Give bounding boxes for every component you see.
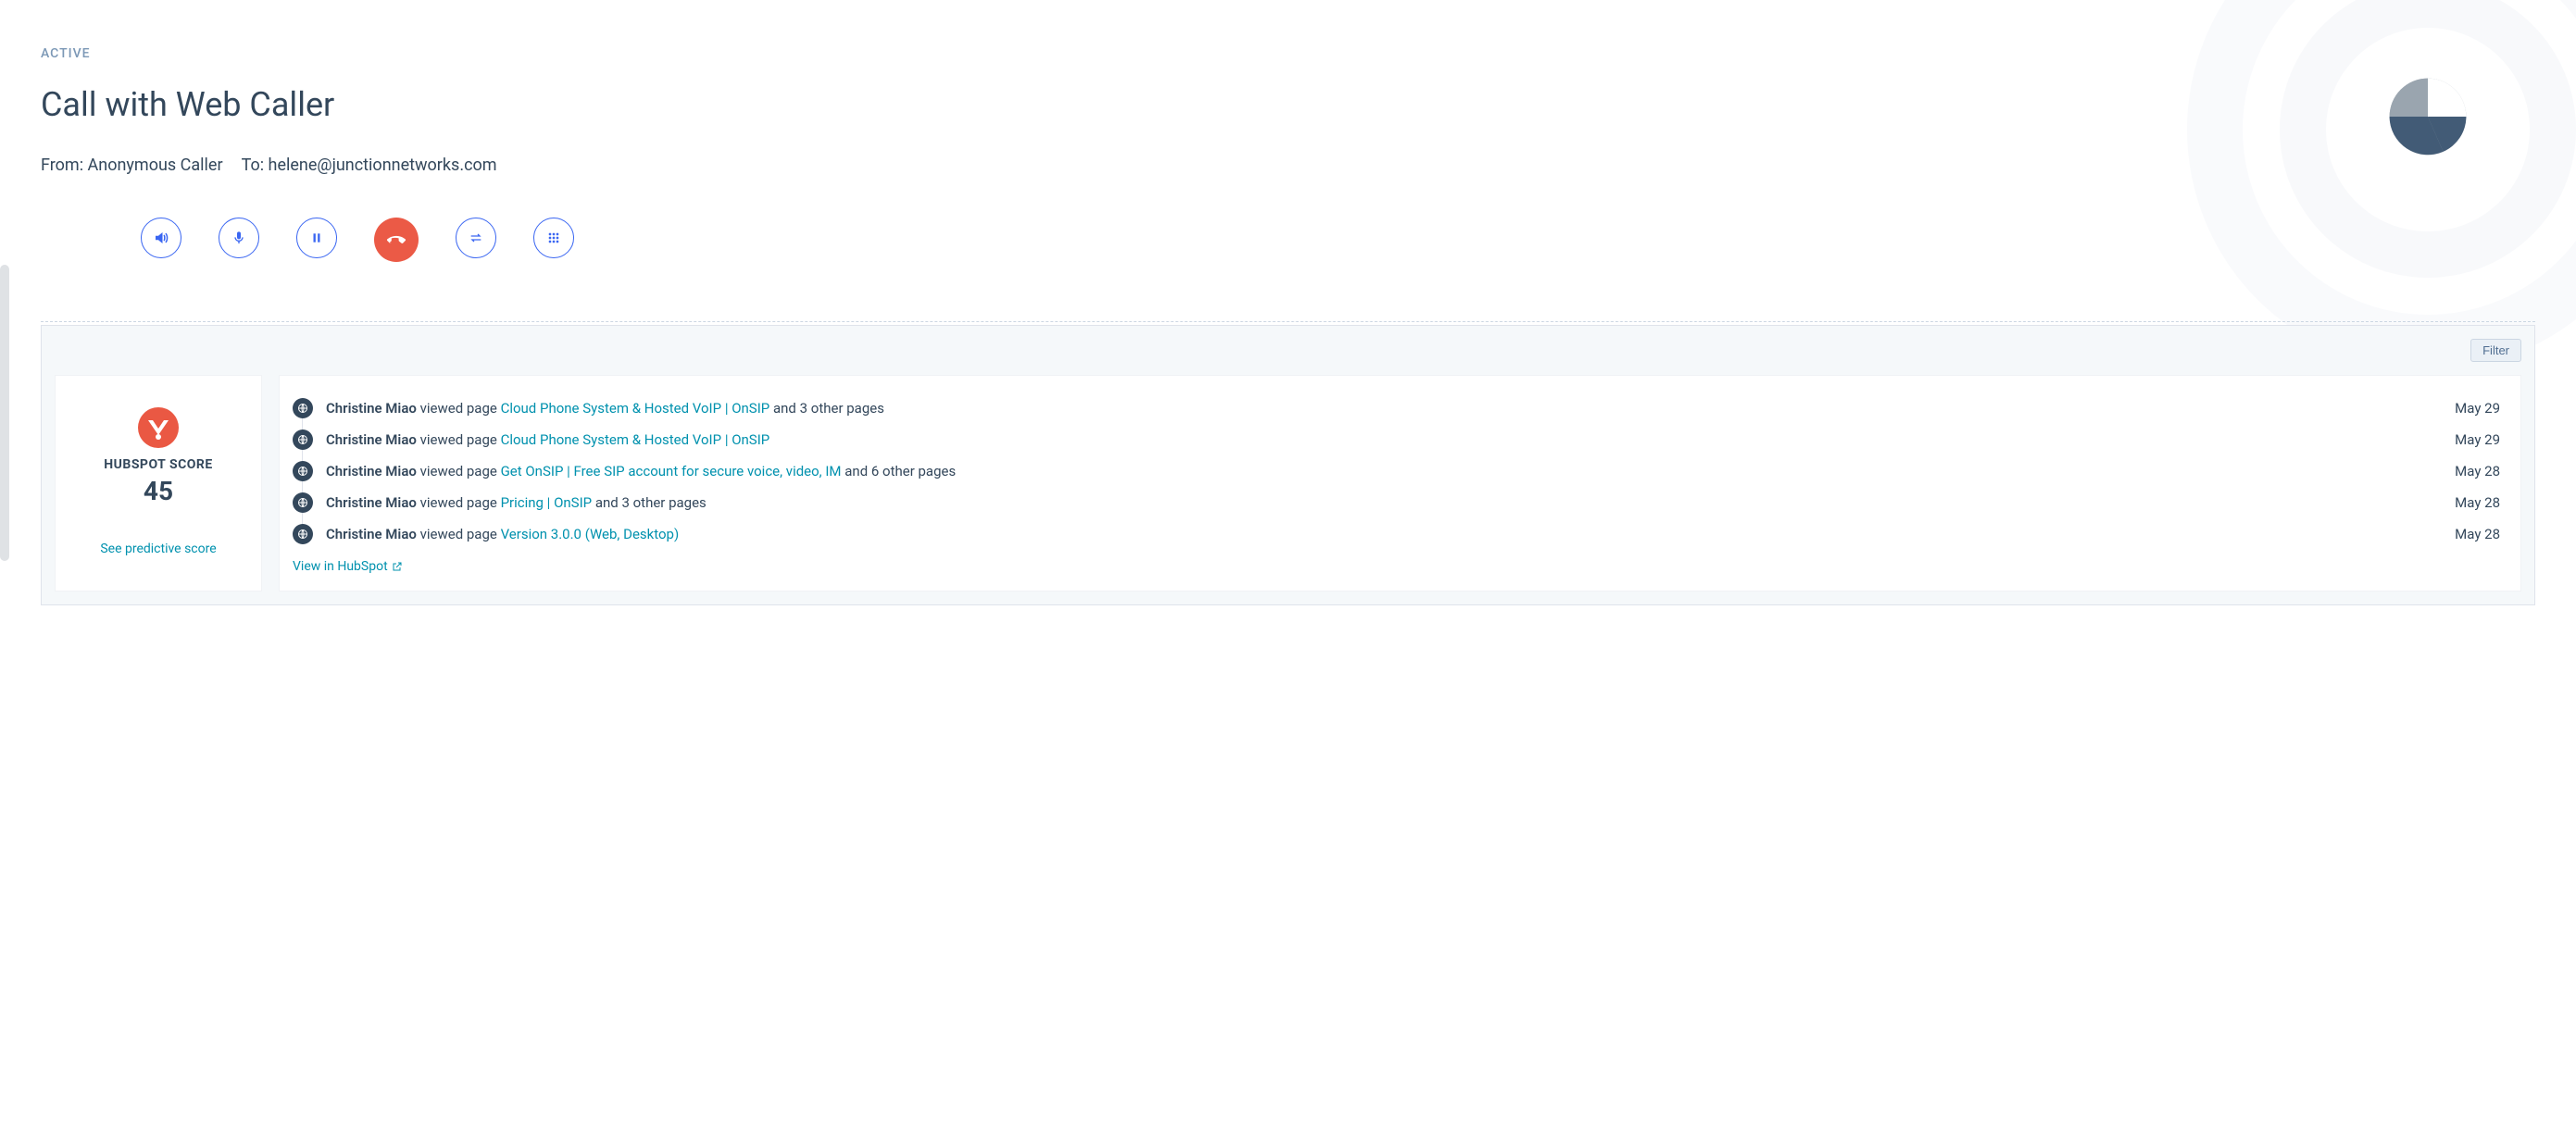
speaker-icon	[153, 230, 169, 246]
microphone-icon	[231, 230, 246, 245]
filter-button[interactable]: Filter	[2470, 339, 2521, 362]
activity-row: Christine Miao viewed page Get OnSIP | F…	[293, 455, 2500, 487]
hubspot-panel: Filter HUBSPOT SCORE 45 See predictive s…	[41, 325, 2535, 605]
activity-row: Christine Miao viewed page Cloud Phone S…	[293, 424, 2500, 455]
speaker-button[interactable]	[141, 218, 181, 258]
predictive-score-link[interactable]: See predictive score	[100, 542, 216, 556]
call-status: ACTIVE	[41, 46, 2535, 61]
activity-page-link[interactable]: Pricing | OnSIP	[501, 494, 593, 511]
activity-text: Christine Miao viewed page Cloud Phone S…	[326, 400, 2442, 417]
score-label: HUBSPOT SCORE	[104, 457, 212, 472]
activity-actor: Christine Miao	[326, 400, 417, 417]
hold-button[interactable]	[296, 218, 337, 258]
activity-date: May 28	[2455, 526, 2500, 542]
activity-page-link[interactable]: Version 3.0.0 (Web, Desktop)	[501, 526, 680, 542]
transfer-button[interactable]	[456, 218, 496, 258]
activity-date: May 28	[2455, 494, 2500, 511]
call-to: To: helene@junctionnetworks.com	[242, 156, 497, 175]
hangup-button[interactable]	[374, 218, 419, 262]
hubspot-icon	[138, 407, 179, 448]
hubspot-score-card: HUBSPOT SCORE 45 See predictive score	[55, 375, 262, 591]
globe-icon	[293, 524, 313, 544]
activity-page-link[interactable]: Get OnSIP | Free SIP account for secure …	[501, 463, 842, 479]
score-value: 45	[144, 476, 173, 506]
pause-icon	[310, 231, 323, 244]
globe-icon	[293, 461, 313, 481]
call-controls	[141, 218, 2535, 262]
activity-date: May 29	[2455, 400, 2500, 417]
from-value: Anonymous Caller	[88, 156, 223, 175]
activity-text: Christine Miao viewed page Pricing | OnS…	[326, 494, 2442, 511]
to-label: To:	[242, 156, 265, 175]
activity-row: Christine Miao viewed page Pricing | OnS…	[293, 487, 2500, 518]
view-in-hubspot-label: View in HubSpot	[293, 559, 388, 574]
activity-text: Christine Miao viewed page Version 3.0.0…	[326, 526, 2442, 542]
call-from: From: Anonymous Caller	[41, 156, 223, 175]
page-title: Call with Web Caller	[41, 85, 2535, 124]
activity-actor: Christine Miao	[326, 463, 417, 479]
activity-row: Christine Miao viewed page Version 3.0.0…	[293, 518, 2500, 550]
activity-page-link[interactable]: Cloud Phone System & Hosted VoIP | OnSIP	[501, 431, 770, 448]
activity-text: Christine Miao viewed page Get OnSIP | F…	[326, 463, 2442, 479]
external-link-icon	[392, 561, 403, 572]
activity-text: Christine Miao viewed page Cloud Phone S…	[326, 431, 2442, 448]
activity-actor: Christine Miao	[326, 431, 417, 448]
activity-actor: Christine Miao	[326, 494, 417, 511]
activity-date: May 29	[2455, 431, 2500, 448]
dialpad-button[interactable]	[533, 218, 574, 258]
activity-actor: Christine Miao	[326, 526, 417, 542]
activity-date: May 28	[2455, 463, 2500, 479]
hangup-icon	[386, 230, 406, 250]
activity-page-link[interactable]: Cloud Phone System & Hosted VoIP | OnSIP	[501, 400, 770, 417]
to-value: helene@junctionnetworks.com	[269, 156, 497, 175]
mute-button[interactable]	[219, 218, 259, 258]
transfer-icon	[469, 230, 483, 245]
dialpad-icon	[546, 230, 561, 245]
globe-icon	[293, 398, 313, 418]
globe-icon	[293, 492, 313, 513]
activity-timeline-card: Christine Miao viewed page Cloud Phone S…	[279, 375, 2521, 591]
globe-icon	[293, 430, 313, 450]
divider	[41, 321, 2535, 325]
view-in-hubspot-link[interactable]: View in HubSpot	[293, 559, 403, 574]
from-label: From:	[41, 156, 83, 175]
activity-row: Christine Miao viewed page Cloud Phone S…	[293, 392, 2500, 424]
